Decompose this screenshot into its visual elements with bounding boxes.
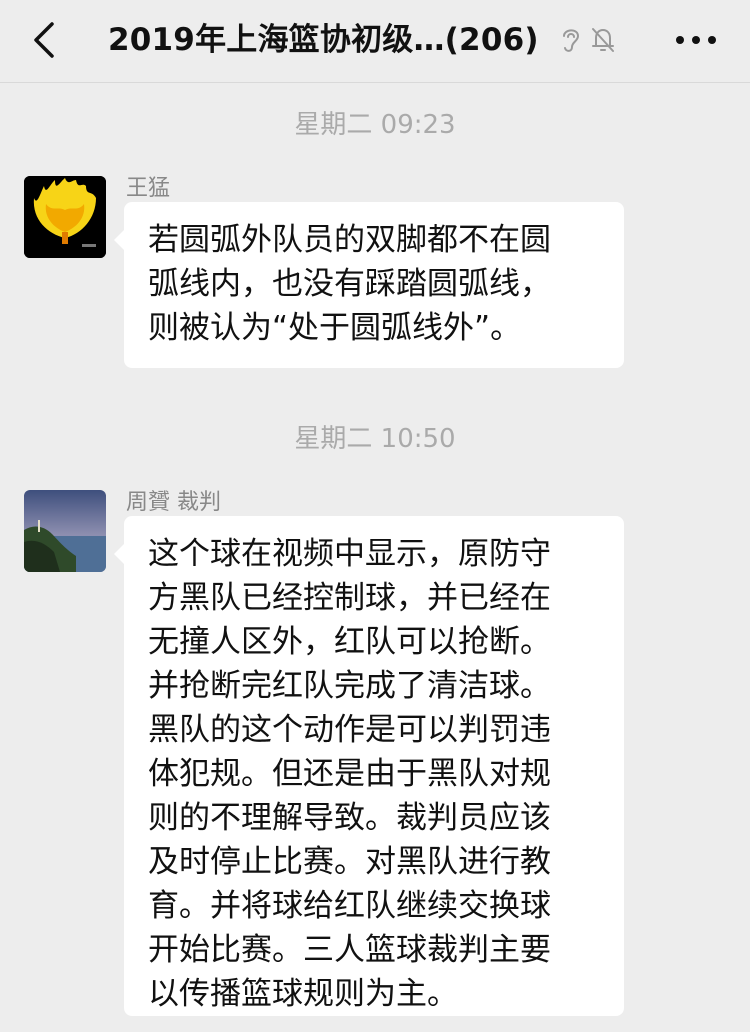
sender-name: 王猛 xyxy=(126,176,171,201)
message-text-line: 若圆弧外队员的双脚都不在圆 xyxy=(148,222,551,258)
message-bubble[interactable]: 若圆弧外队员的双脚都不在圆 弧线内，也没有踩踏圆弧线， 则被认为“处于圆弧线外”… xyxy=(114,202,624,368)
back-button[interactable] xyxy=(26,20,66,60)
bell-slash-icon xyxy=(588,24,618,56)
more-button[interactable] xyxy=(672,24,720,56)
avatar[interactable] xyxy=(24,176,106,258)
ear-icon xyxy=(556,24,586,56)
more-dots-icon xyxy=(676,36,716,44)
chevron-left-icon xyxy=(34,22,54,58)
message-text-line: 这个球在视频中显示，原防守 xyxy=(148,536,551,572)
message-text-line: 并抢断完红队完成了清洁球。 xyxy=(148,668,551,704)
message-text-line: 体犯规。但还是由于黑队对规 xyxy=(148,756,551,792)
message-timestamp: 星期二 10:50 xyxy=(294,424,456,454)
message-text-line: 育。并将球给红队继续交换球 xyxy=(148,888,551,924)
message-text-line: 方黑队已经控制球，并已经在 xyxy=(148,580,551,616)
message-text-line: 以传播篮球规则为主。 xyxy=(148,976,458,1012)
message-bubble[interactable]: 这个球在视频中显示，原防守 方黑队已经控制球，并已经在 无撞人区外，红队可以抢断… xyxy=(114,516,624,1016)
message-text-line: 弧线内，也没有踩踏圆弧线， xyxy=(148,266,551,302)
nav-bar: 2019年上海篮协初级…(206) xyxy=(0,0,750,83)
message-text-line: 则的不理解导致。裁判员应该 xyxy=(148,800,551,836)
sender-name: 周贇 裁判 xyxy=(126,490,221,515)
message-text-line: 及时停止比赛。对黑队进行教 xyxy=(148,844,551,880)
message-timestamp: 星期二 09:23 xyxy=(294,110,456,140)
message-text-line: 则被认为“处于圆弧线外”。 xyxy=(148,310,522,346)
message-text-line: 开始比赛。三人篮球裁判主要 xyxy=(148,932,551,968)
message-text-line: 无撞人区外，红队可以抢断。 xyxy=(148,624,551,660)
message-text-line: 黑队的这个动作是可以判罚违 xyxy=(148,712,551,748)
chat-title: 2019年上海篮协初级…(206) xyxy=(108,22,539,58)
avatar[interactable] xyxy=(24,490,106,572)
